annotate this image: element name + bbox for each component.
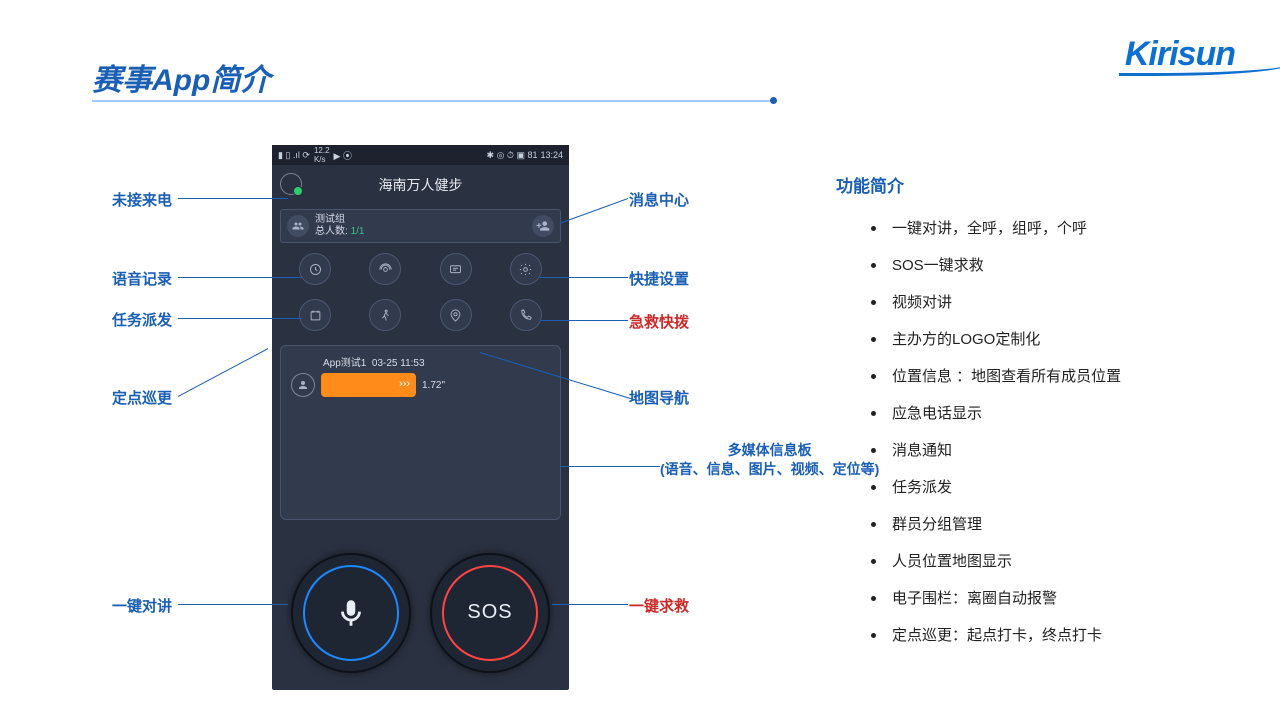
feature-item: 一键对讲，全呼，组呼，个呼 — [888, 208, 1121, 245]
callout-msg-center: 消息中心 — [629, 189, 689, 210]
feature-item: 电子围栏：离圈自动报警 — [888, 578, 1121, 615]
leader — [178, 198, 288, 199]
title-dot — [770, 97, 777, 104]
feature-item: SOS一键求救 — [888, 245, 1121, 282]
sos-label: SOS — [467, 601, 512, 624]
gear-icon[interactable] — [510, 253, 542, 285]
group-icon — [287, 215, 309, 237]
feature-item: 定点巡更：起点打卡，终点打卡 — [888, 615, 1121, 652]
avatar-icon[interactable] — [280, 173, 302, 195]
feature-item: 视频对讲 — [888, 282, 1121, 319]
callout-ptt: 一键对讲 — [112, 595, 172, 616]
app-title: 海南万人健步 — [379, 175, 463, 195]
feature-item: 任务派发 — [888, 467, 1121, 504]
voice-duration: 1.72" — [422, 380, 445, 391]
brand-swoosh — [1119, 64, 1280, 76]
status-bar: ▮ ▯ .ıl ⟳ 12.2K/s ▶ ⦿ ✱ ◎ ⏱ ▣ 81 13:24 — [272, 145, 569, 165]
callout-task-send: 任务派发 — [112, 309, 172, 330]
walk-icon[interactable] — [369, 299, 401, 331]
group-count-label: 总人数: — [315, 226, 348, 237]
feature-item: 消息通知 — [888, 430, 1121, 467]
brand-logo: Kirisun — [1125, 35, 1235, 74]
phone-icon[interactable] — [510, 299, 542, 331]
callout-settings: 快捷设置 — [629, 268, 689, 289]
group-meta: 测试组 总人数: 1/1 — [315, 214, 364, 238]
leader — [560, 198, 628, 224]
broadcast-icon[interactable] — [369, 253, 401, 285]
slide: 赛事App简介 Kirisun ▮ ▯ .ıl ⟳ 12.2K/s ▶ ⦿ ✱ … — [0, 0, 1280, 720]
feature-item: 人员位置地图显示 — [888, 541, 1121, 578]
sos-button[interactable]: SOS — [430, 553, 550, 673]
leader — [178, 348, 269, 397]
voice-bubble: ››› — [321, 373, 416, 397]
leader — [540, 320, 628, 321]
calendar-icon[interactable] — [299, 299, 331, 331]
mic-icon — [334, 596, 368, 630]
leader — [178, 318, 302, 319]
leader — [560, 466, 660, 467]
app-bar: 海南万人健步 — [272, 165, 569, 205]
group-count: 1/1 — [351, 226, 365, 237]
page-title: 赛事App简介 — [92, 55, 270, 99]
sos-ring: SOS — [442, 565, 538, 661]
voice-message[interactable]: ››› 1.72" — [291, 373, 550, 397]
msg-time: 03-25 11:53 — [372, 358, 425, 369]
phone-frame: ▮ ▯ .ıl ⟳ 12.2K/s ▶ ⦿ ✱ ◎ ⏱ ▣ 81 13:24 海… — [272, 145, 569, 690]
callout-patrol: 定点巡更 — [112, 387, 172, 408]
group-name: 测试组 — [315, 214, 364, 226]
status-left: ▮ ▯ .ıl ⟳ 12.2K/s ▶ ⦿ — [278, 146, 352, 164]
title-underline — [92, 100, 772, 102]
leader — [540, 277, 628, 278]
big-buttons: SOS — [272, 535, 569, 690]
status-icons: ✱ ◎ ⏱ ▣ 81 — [487, 150, 538, 161]
msg-meta: App测试1 03-25 11:53 — [323, 354, 550, 369]
add-member-icon[interactable] — [532, 215, 554, 237]
leader — [178, 277, 302, 278]
feature-item: 应急电话显示 — [888, 393, 1121, 430]
leader — [178, 604, 288, 605]
features-title: 功能简介 — [836, 172, 904, 197]
callout-emergency-dial: 急救快拨 — [629, 311, 689, 332]
message-icon[interactable] — [440, 253, 472, 285]
user-icon — [291, 373, 315, 397]
callout-board: 多媒体信息板 (语音、信息、图片、视频、定位等) — [660, 441, 879, 479]
ptt-ring — [303, 565, 399, 661]
features-list: 一键对讲，全呼，组呼，个呼 SOS一键求救 视频对讲 主办方的LOGO定制化 位… — [888, 208, 1121, 652]
callout-voice-log: 语音记录 — [112, 268, 172, 289]
ptt-button[interactable] — [291, 553, 411, 673]
callout-map-nav: 地图导航 — [629, 387, 689, 408]
group-row[interactable]: 测试组 总人数: 1/1 — [280, 209, 561, 243]
message-board: App测试1 03-25 11:53 ››› 1.72" — [280, 345, 561, 520]
history-icon[interactable] — [299, 253, 331, 285]
callout-missed-call: 未接来电 — [112, 189, 172, 210]
location-icon[interactable] — [440, 299, 472, 331]
msg-user: App测试1 — [323, 358, 366, 369]
status-time: 13:24 — [540, 150, 563, 160]
feature-item: 群员分组管理 — [888, 504, 1121, 541]
leader — [552, 604, 628, 605]
callout-sos: 一键求救 — [629, 595, 689, 616]
feature-item: 主办方的LOGO定制化 — [888, 319, 1121, 356]
feature-item: 位置信息 ：地图查看所有成员位置 — [888, 356, 1121, 393]
tool-grid — [280, 253, 561, 331]
